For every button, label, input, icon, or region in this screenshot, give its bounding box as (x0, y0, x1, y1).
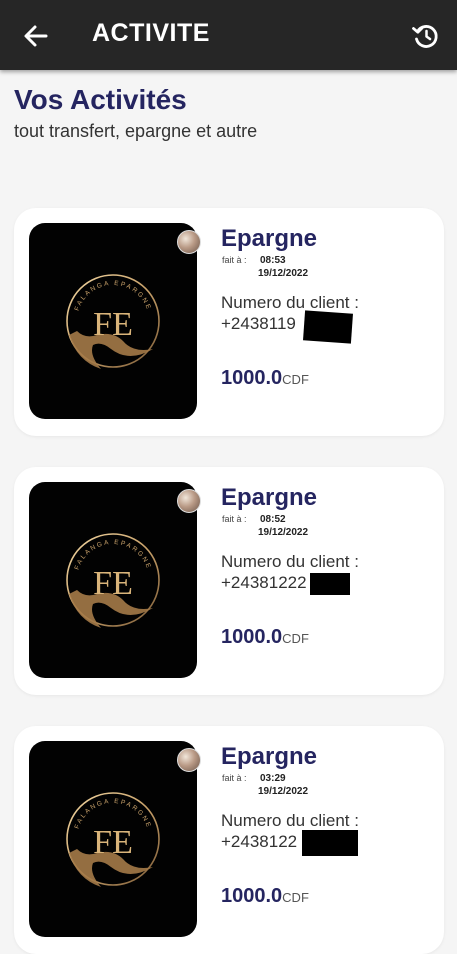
svg-text:FE: FE (93, 824, 133, 861)
amount-value: 1000.0 (221, 367, 283, 389)
page-subtitle: tout transfert, epargne et autre (14, 121, 258, 141)
fait-label: fait à : (222, 773, 247, 783)
history-refresh-icon (412, 25, 438, 48)
activity-amount: 1000.0CDF (221, 367, 309, 390)
client-number-label: Numero du client : (221, 293, 359, 312)
activity-card[interactable]: FALANGA EPARGNE FE Epargne fait à : 08:5… (14, 467, 444, 695)
falanga-epargne-logo: FALANGA EPARGNE FE (29, 482, 197, 678)
app-bar-title: ACTIVITE (92, 19, 210, 47)
amount-value: 1000.0 (221, 626, 283, 648)
activity-date: 19/12/2022 (258, 268, 309, 279)
redaction-mark (310, 573, 350, 595)
amount-currency: CDF (282, 890, 309, 905)
avatar (177, 230, 201, 254)
avatar (177, 489, 201, 513)
activity-card[interactable]: FALANGA EPARGNE FE Epargne fait à : 03:2… (14, 726, 444, 954)
client-number-label: Numero du client : (221, 811, 359, 830)
back-button[interactable] (20, 20, 52, 52)
client-number: +2438122 (221, 832, 298, 851)
amount-value: 1000.0 (221, 885, 283, 907)
amount-currency: CDF (282, 631, 309, 646)
amount-currency: CDF (282, 372, 309, 387)
activity-date: 19/12/2022 (258, 786, 309, 797)
activity-type: Epargne (221, 743, 318, 770)
falanga-epargne-logo: FALANGA EPARGNE FE (29, 223, 197, 419)
activity-type: Epargne (221, 484, 318, 511)
client-number: +24381222 (221, 573, 307, 592)
activity-date: 19/12/2022 (258, 527, 309, 538)
activity-time: 03:29 (260, 773, 286, 784)
client-number: +2438119 (221, 314, 296, 333)
svg-text:FE: FE (93, 565, 133, 602)
activity-card[interactable]: FALANGA EPARGNE FE Epargne fait à : 08:5… (14, 208, 444, 436)
falanga-epargne-logo: FALANGA EPARGNE FE (29, 741, 197, 937)
activity-type: Epargne (221, 225, 318, 252)
activity-amount: 1000.0CDF (221, 626, 309, 649)
activity-time: 08:53 (260, 255, 286, 266)
fait-label: fait à : (222, 255, 247, 265)
redaction-mark (303, 310, 353, 344)
svg-text:FE: FE (93, 306, 133, 343)
activity-time: 08:52 (260, 514, 286, 525)
arrow-left-icon (24, 25, 48, 47)
client-number-label: Numero du client : (221, 552, 359, 571)
app-bar: ACTIVITE (0, 0, 457, 70)
activity-amount: 1000.0CDF (221, 885, 309, 908)
page-title: Vos Activités (14, 84, 187, 115)
fait-label: fait à : (222, 514, 247, 524)
avatar (177, 748, 201, 772)
history-refresh-button[interactable] (410, 20, 442, 52)
redaction-mark (302, 830, 358, 856)
